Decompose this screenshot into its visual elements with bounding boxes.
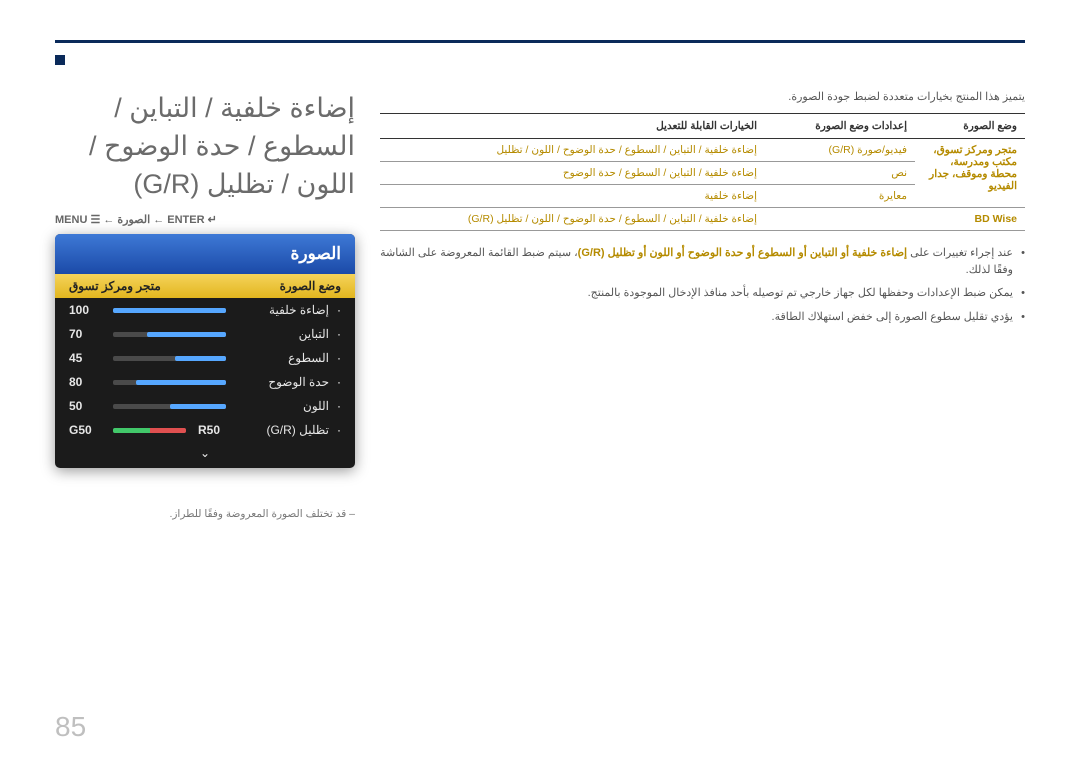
- note-item: عند إجراء تغييرات على إضاءة خلفية أو الت…: [380, 245, 1025, 278]
- top-rule: [55, 40, 1025, 43]
- note-item: يمكن ضبط الإعدادات وحفظها لكل جهاز خارجي…: [380, 285, 1025, 302]
- osd-label: اللون: [234, 399, 329, 413]
- osd-value: 100: [69, 303, 105, 317]
- osd-panel: الصورة وضع الصورة متجر ومركز تسوق · إضاء…: [55, 234, 355, 468]
- notes-list: عند إجراء تغييرات على إضاءة خلفية أو الت…: [380, 245, 1025, 325]
- osd-label: حدة الوضوح: [234, 375, 329, 389]
- osd-row-sharpness[interactable]: · حدة الوضوح 80: [55, 370, 355, 394]
- osd-value: 45: [69, 351, 105, 365]
- cell-opts: إضاءة خلفية / التباين / السطوع / حدة الو…: [380, 162, 765, 185]
- osd-label: وضع الصورة: [246, 279, 341, 293]
- osd-tint-r: R50: [198, 423, 234, 437]
- chevron-down-icon[interactable]: ⌄: [55, 442, 355, 468]
- osd-row-mode[interactable]: وضع الصورة متجر ومركز تسوق: [55, 274, 355, 298]
- osd-row-tint[interactable]: · تظليل (G/R) R50 G50: [55, 418, 355, 442]
- th-mode: وضع الصورة: [915, 114, 1025, 139]
- osd-header: الصورة: [55, 234, 355, 274]
- footnote: – قد تختلف الصورة المعروضة وفقًا للطراز.: [55, 508, 355, 520]
- osd-value: 70: [69, 327, 105, 341]
- note-item: يؤدي تقليل سطوع الصورة إلى خفض استهلاك ا…: [380, 309, 1025, 326]
- osd-value: متجر ومركز تسوق: [69, 279, 161, 293]
- osd-tint-g: G50: [69, 423, 105, 437]
- breadcrumb: MENU ☰ ← الصورة ← ENTER ↵: [55, 213, 355, 226]
- cell-opts: إضاءة خلفية / التباين / السطوع / حدة الو…: [380, 139, 765, 162]
- cell-opts: إضاءة خلفية: [380, 185, 765, 208]
- intro-text: يتميز هذا المنتج بخيارات متعددة لضبط جود…: [380, 90, 1025, 103]
- cell-setting: [765, 208, 915, 231]
- cell-setting: فيديو/صورة (G/R): [765, 139, 915, 162]
- table-row: متجر ومركز تسوق، مكتب ومدرسة، محطة وموقف…: [380, 139, 1025, 162]
- cell-opts: إضاءة خلفية / التباين / السطوع / حدة الو…: [380, 208, 765, 231]
- osd-label: السطوع: [234, 351, 329, 365]
- osd-label: إضاءة خلفية: [234, 303, 329, 317]
- th-opts: الخيارات القابلة للتعديل: [380, 114, 765, 139]
- th-setting: إعدادات وضع الصورة: [765, 114, 915, 139]
- top-dot: [55, 55, 65, 65]
- page-number: 85: [55, 711, 86, 743]
- osd-label: تظليل (G/R): [234, 423, 329, 437]
- osd-value: 80: [69, 375, 105, 389]
- table-row: BD Wise إضاءة خلفية / التباين / السطوع /…: [380, 208, 1025, 231]
- osd-row-contrast[interactable]: · التباين 70: [55, 322, 355, 346]
- osd-row-color[interactable]: · اللون 50: [55, 394, 355, 418]
- osd-row-backlight[interactable]: · إضاءة خلفية 100: [55, 298, 355, 322]
- osd-label: التباين: [234, 327, 329, 341]
- osd-row-brightness[interactable]: · السطوع 45: [55, 346, 355, 370]
- cell-mode: BD Wise: [915, 208, 1025, 231]
- cell-mode: متجر ومركز تسوق، مكتب ومدرسة، محطة وموقف…: [915, 139, 1025, 208]
- osd-value: 50: [69, 399, 105, 413]
- cell-setting: نص: [765, 162, 915, 185]
- options-table: وضع الصورة إعدادات وضع الصورة الخيارات ا…: [380, 113, 1025, 231]
- cell-setting: معايرة: [765, 185, 915, 208]
- page-title: إضاءة خلفية / التباين / السطوع / حدة الو…: [55, 90, 355, 203]
